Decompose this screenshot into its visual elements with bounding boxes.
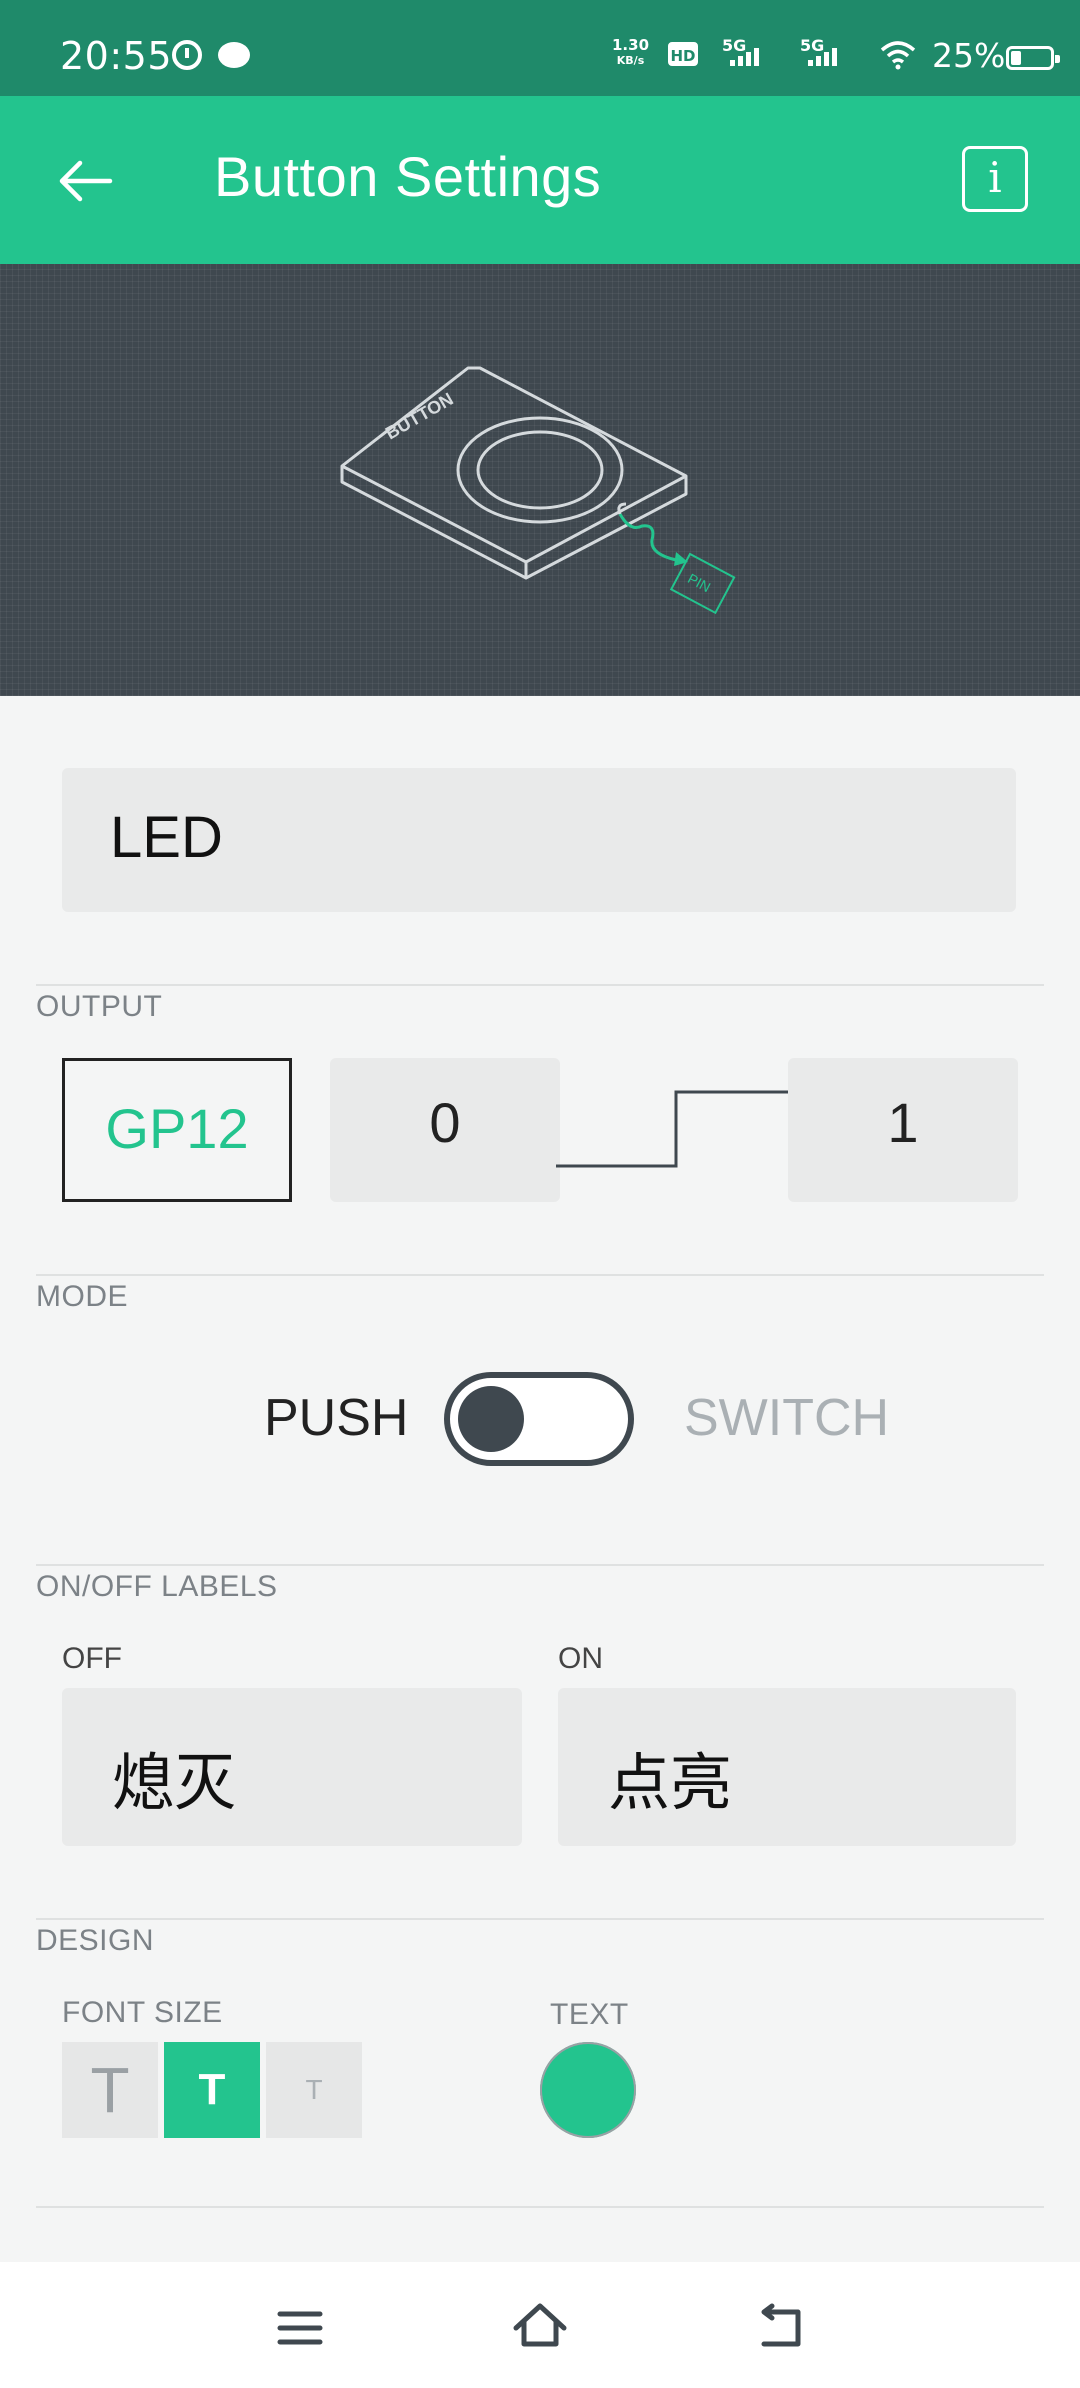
divider bbox=[36, 1564, 1044, 1566]
widget-name-field[interactable]: LED bbox=[62, 768, 1016, 912]
battery-icon bbox=[1006, 46, 1060, 70]
home-icon[interactable] bbox=[510, 2298, 570, 2358]
output-step-line bbox=[556, 1090, 788, 1168]
divider bbox=[36, 1274, 1044, 1276]
mode-switch-label[interactable]: SWITCH bbox=[684, 1388, 889, 1448]
status-bar: 20:55 1.30 KB/s HD 5G 5G 25% bbox=[0, 0, 1080, 96]
on-label-field[interactable]: 点亮 bbox=[558, 1688, 1016, 1846]
signal-bars-icon bbox=[808, 48, 837, 66]
design-section-label: DESIGN bbox=[36, 1924, 155, 1957]
pin-illustration-label: PIN bbox=[685, 570, 713, 595]
on-label-caption: ON bbox=[558, 1642, 603, 1675]
status-time: 20:55 bbox=[60, 34, 173, 78]
off-label-caption: OFF bbox=[62, 1642, 122, 1675]
on-label-value: 点亮 bbox=[608, 1746, 733, 1819]
button-device-illustration: BUTTON PIN bbox=[340, 366, 736, 615]
mode-push-label[interactable]: PUSH bbox=[264, 1388, 408, 1448]
text-color-swatch[interactable] bbox=[540, 2042, 636, 2138]
output-section-label: OUTPUT bbox=[36, 990, 163, 1023]
signal-bars-icon bbox=[730, 48, 759, 66]
chat-icon bbox=[218, 42, 250, 68]
app-bar: Button Settings i bbox=[0, 96, 1080, 264]
output-pin-button[interactable]: GP12 bbox=[62, 1058, 292, 1202]
wifi-icon bbox=[880, 41, 916, 70]
toggle-knob bbox=[458, 1386, 524, 1452]
text-color-label: TEXT bbox=[550, 1998, 629, 2031]
off-label-field[interactable]: 熄灭 bbox=[62, 1688, 522, 1846]
back-icon[interactable] bbox=[750, 2298, 810, 2358]
info-button[interactable]: i bbox=[962, 146, 1028, 212]
font-size-medium[interactable]: T bbox=[164, 2042, 260, 2138]
menu-icon[interactable] bbox=[270, 2298, 330, 2358]
system-nav-bar bbox=[0, 2262, 1080, 2388]
mode-toggle[interactable] bbox=[444, 1372, 634, 1466]
page-title: Button Settings bbox=[214, 145, 602, 208]
battery-percent: 25% bbox=[932, 36, 1006, 75]
net-speed: 1.30 KB/s bbox=[612, 38, 649, 68]
divider bbox=[36, 984, 1044, 986]
status-right: 1.30 KB/s HD 5G 5G 25% bbox=[560, 0, 1080, 96]
hd-icon: HD bbox=[668, 42, 698, 66]
font-size-label: FONT SIZE bbox=[62, 1996, 223, 2029]
button-illustration-label: BUTTON bbox=[382, 389, 457, 444]
widget-illustration: BUTTON PIN bbox=[0, 264, 1080, 696]
output-high-value[interactable]: 1 bbox=[788, 1058, 1018, 1202]
font-size-large[interactable]: T bbox=[62, 2042, 158, 2138]
mode-section-label: MODE bbox=[36, 1280, 128, 1313]
labels-section-label: ON/OFF LABELS bbox=[36, 1570, 278, 1603]
font-size-small[interactable]: T bbox=[266, 2042, 362, 2138]
divider bbox=[36, 1918, 1044, 1920]
off-label-value: 熄灭 bbox=[112, 1746, 237, 1819]
net-speed-value: 1.30 bbox=[612, 36, 650, 54]
divider bbox=[36, 2206, 1044, 2208]
back-arrow-icon[interactable] bbox=[50, 146, 120, 216]
output-low-value[interactable]: 0 bbox=[330, 1058, 560, 1202]
net-speed-unit: KB/s bbox=[616, 54, 645, 67]
alarm-icon bbox=[172, 40, 202, 70]
widget-name-value: LED bbox=[110, 805, 223, 870]
